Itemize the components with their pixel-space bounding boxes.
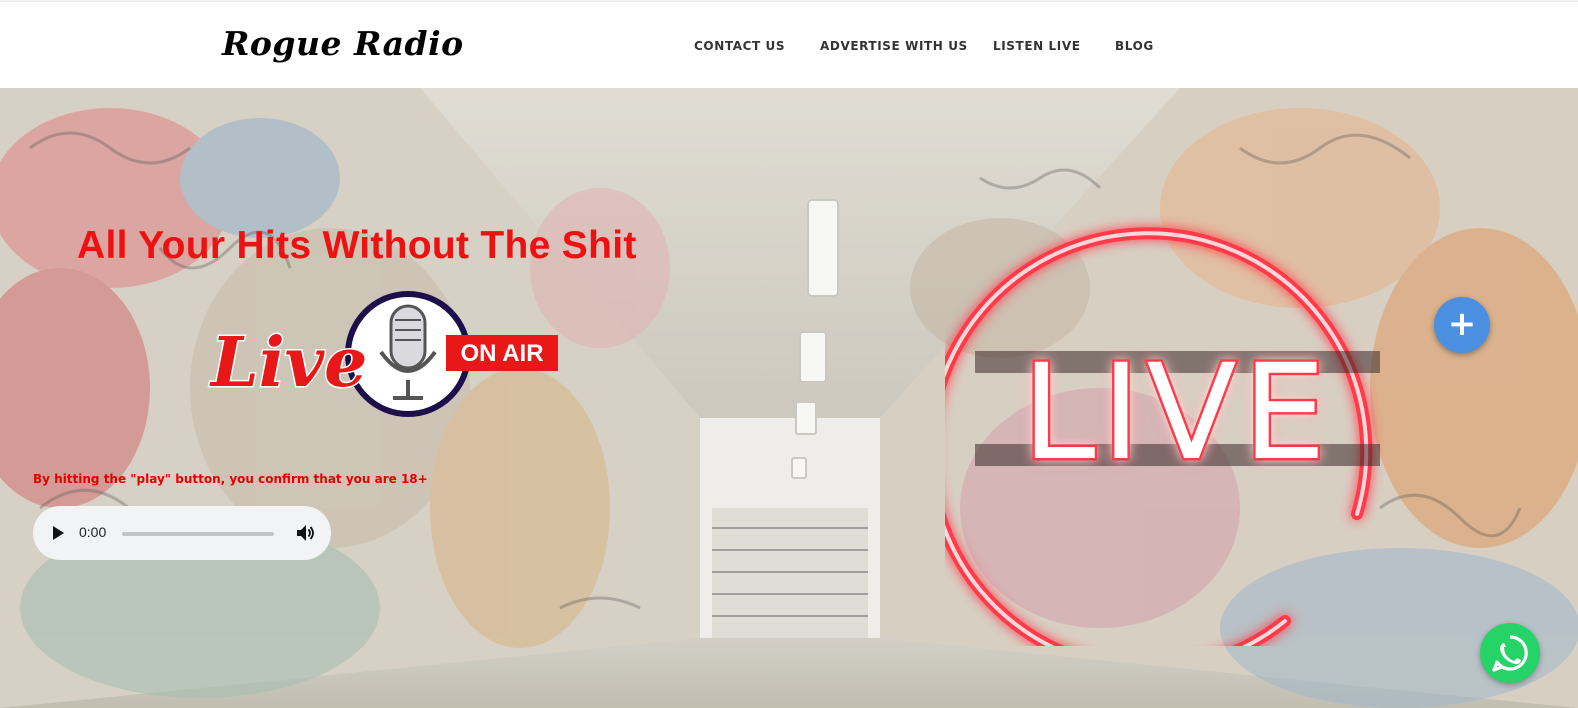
player-time: 0:00 (79, 524, 107, 540)
badge-live-text: Live (209, 323, 367, 403)
whatsapp-icon (1492, 635, 1528, 672)
live-on-air-badge: Live ON AIR (208, 291, 558, 417)
site-logo[interactable]: Rogue Radio (222, 24, 464, 63)
neon-live-sign: LIVE (945, 227, 1380, 646)
audio-player[interactable]: 0:00 (33, 506, 331, 560)
age-disclaimer: By hitting the "play" button, you confir… (33, 472, 428, 486)
badge-on-air-text: ON AIR (460, 340, 543, 367)
site-header: Rogue Radio CONTACT US ADVERTISE WITH US… (0, 0, 1578, 88)
hero-section: All Your Hits Without The Shit Live ON A… (0, 88, 1578, 708)
play-icon[interactable] (53, 526, 64, 540)
nav-listen-live[interactable]: LISTEN LIVE (993, 39, 1081, 53)
hero-headline: All Your Hits Without The Shit (77, 224, 637, 267)
neon-live-text: LIVE (1022, 336, 1332, 490)
nav-blog[interactable]: BLOG (1115, 39, 1154, 53)
nav-contact-us[interactable]: CONTACT US (694, 39, 785, 53)
nav-advertise-with-us[interactable]: ADVERTISE WITH US (820, 39, 968, 53)
plus-icon[interactable]: + (1434, 297, 1490, 353)
whatsapp-button[interactable] (1480, 623, 1540, 683)
player-progress-bar[interactable] (122, 532, 274, 536)
volume-icon[interactable] (295, 523, 315, 543)
